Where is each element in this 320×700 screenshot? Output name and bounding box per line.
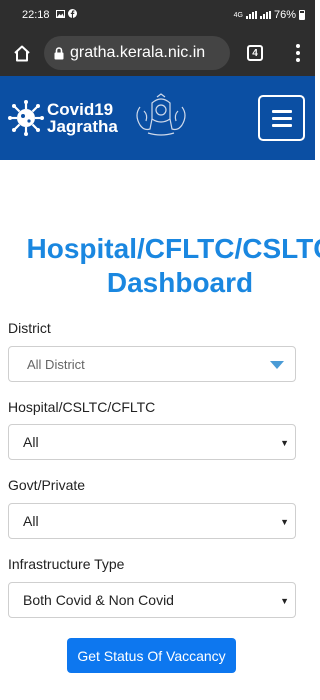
district-select-value: All District — [27, 356, 85, 372]
caret-down-icon: ▼ — [280, 438, 289, 448]
dropdown-arrow-icon — [270, 361, 284, 369]
hospital-type-select[interactable]: All ▼ — [8, 424, 296, 460]
address-bar[interactable]: gratha.kerala.nic.in — [44, 36, 230, 70]
more-vert-icon — [295, 44, 300, 62]
ownership-label: Govt/Private — [8, 477, 86, 493]
ownership-select[interactable]: All ▼ — [8, 503, 296, 539]
home-button[interactable] — [0, 30, 44, 76]
status-bar: 22:18 4G 76% — [0, 0, 315, 30]
caret-down-icon: ▼ — [280, 596, 289, 606]
hospital-type-label: Hospital/CSLTC/CFLTC — [8, 399, 156, 415]
page-title-line-2: Dashboard — [106, 267, 254, 298]
battery-percent: 76% — [273, 9, 296, 21]
tabs-icon: 4 — [247, 45, 263, 61]
get-status-button[interactable]: Get Status Of Vaccancy — [67, 638, 236, 673]
lock-icon — [54, 46, 64, 59]
ownership-value: All — [23, 513, 39, 529]
browser-toolbar: gratha.kerala.nic.in 4 — [0, 30, 315, 76]
page-title-line-1: Hospital/CFLTC/CSLTC — [26, 233, 320, 264]
hamburger-menu-icon — [271, 109, 292, 113]
hamburger-menu-button[interactable] — [258, 95, 305, 141]
infrastructure-select[interactable]: Both Covid & Non Covid ▼ — [8, 582, 296, 618]
battery-icon — [299, 10, 305, 20]
image-icon — [55, 9, 65, 21]
caret-down-icon: ▼ — [280, 517, 289, 527]
browser-menu-button[interactable] — [280, 30, 315, 76]
district-label: District — [8, 320, 51, 336]
status-right: 4G 76% — [234, 9, 305, 21]
tabs-button[interactable]: 4 — [230, 30, 280, 76]
signal-icon-2 — [259, 11, 271, 19]
page-title: Hospital/CFLTC/CSLTC Dashboard — [0, 232, 320, 300]
signal-icon — [245, 11, 257, 19]
url-text: gratha.kerala.nic.in — [70, 44, 206, 61]
facebook-icon — [67, 9, 77, 21]
infrastructure-label: Infrastructure Type — [8, 556, 125, 572]
logo-text: Covid19 Jagratha — [47, 101, 118, 135]
home-icon — [14, 45, 30, 61]
logo-line-1: Covid19 — [47, 100, 114, 119]
covid-jagratha-logo[interactable]: Covid19 Jagratha — [8, 100, 118, 136]
network-type: 4G — [233, 11, 243, 19]
site-header: Covid19 Jagratha — [0, 76, 315, 160]
hospital-type-value: All — [23, 434, 39, 450]
kerala-emblem-icon — [130, 92, 192, 144]
infrastructure-value: Both Covid & Non Covid — [23, 592, 174, 608]
logo-line-2: Jagratha — [47, 117, 118, 136]
district-select[interactable]: All District — [8, 346, 296, 382]
status-time: 22:18 — [22, 9, 50, 21]
virus-logo-icon — [8, 100, 44, 136]
